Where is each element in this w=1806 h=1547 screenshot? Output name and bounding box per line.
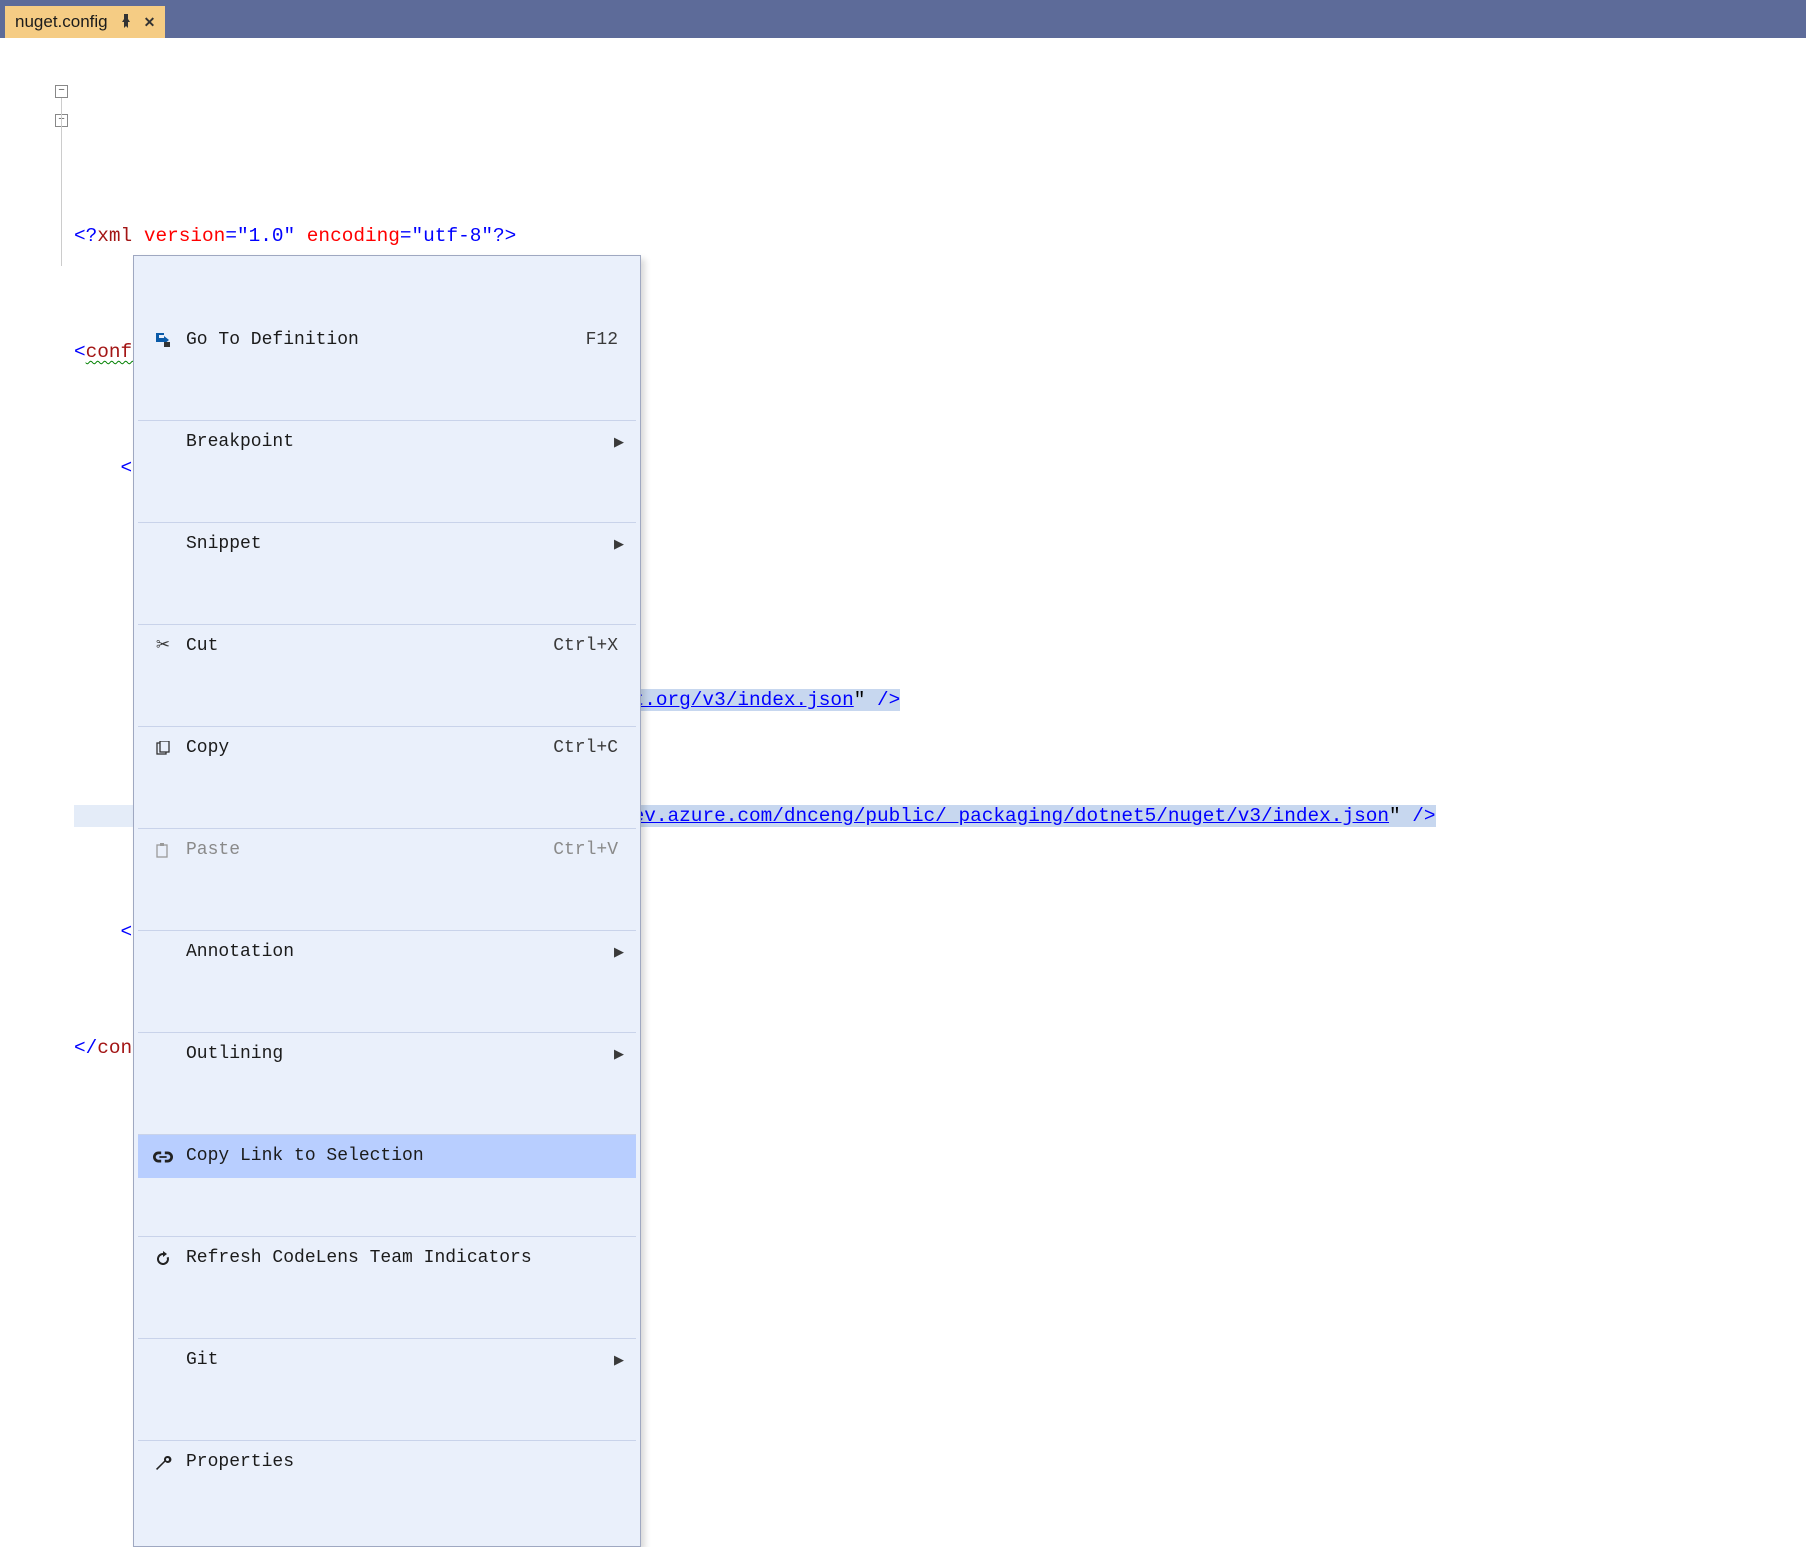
submenu-arrow-icon: ▶ <box>614 530 624 559</box>
menu-label: Git <box>180 1346 614 1375</box>
menu-item-refresh-codelens[interactable]: Refresh CodeLens Team Indicators <box>138 1236 636 1280</box>
submenu-arrow-icon: ▶ <box>614 1346 624 1375</box>
menu-shortcut: Ctrl+V <box>553 836 624 865</box>
copy-icon <box>146 741 180 757</box>
code-editor[interactable]: − − <?xml version="1.0" encoding="utf-8"… <box>0 38 1806 1237</box>
link-icon <box>146 1150 180 1164</box>
menu-label: Snippet <box>180 530 614 559</box>
menu-label: Properties <box>180 1448 624 1477</box>
menu-label: Cut <box>180 632 553 661</box>
menu-shortcut: F12 <box>586 326 624 355</box>
menu-item-git[interactable]: Git ▶ <box>138 1338 636 1382</box>
close-icon[interactable]: ✕ <box>144 14 156 31</box>
cut-icon: ✂ <box>146 632 180 661</box>
fold-guide <box>61 98 62 266</box>
menu-label: Breakpoint <box>180 428 614 457</box>
menu-label: Go To Definition <box>180 326 586 355</box>
code-line[interactable]: <?xml version="1.0" encoding="utf-8"?> <box>74 222 1806 251</box>
menu-item-outlining[interactable]: Outlining ▶ <box>138 1032 636 1076</box>
context-menu: Go To Definition F12 Breakpoint ▶ Snippe… <box>133 255 641 1547</box>
menu-item-paste: Paste Ctrl+V <box>138 828 636 872</box>
gutter: − − <box>0 48 74 193</box>
fold-toggle[interactable]: − <box>55 85 68 98</box>
menu-item-snippet[interactable]: Snippet ▶ <box>138 522 636 566</box>
submenu-arrow-icon: ▶ <box>614 938 624 967</box>
menu-item-copy[interactable]: Copy Ctrl+C <box>138 726 636 770</box>
submenu-arrow-icon: ▶ <box>614 428 624 457</box>
editor-tab[interactable]: nuget.config ✕ <box>5 6 165 38</box>
menu-item-breakpoint[interactable]: Breakpoint ▶ <box>138 420 636 464</box>
goto-definition-icon <box>146 331 180 349</box>
menu-item-annotation[interactable]: Annotation ▶ <box>138 930 636 974</box>
menu-label: Copy <box>180 734 553 763</box>
title-bar: nuget.config ✕ <box>0 0 1806 38</box>
menu-item-properties[interactable]: Properties <box>138 1440 636 1484</box>
menu-label: Refresh CodeLens Team Indicators <box>180 1244 624 1273</box>
pin-icon[interactable] <box>120 14 132 31</box>
menu-item-goto-definition[interactable]: Go To Definition F12 <box>138 318 636 362</box>
refresh-icon <box>146 1250 180 1268</box>
tab-title: nuget.config <box>15 12 108 32</box>
menu-label: Outlining <box>180 1040 614 1069</box>
menu-label: Annotation <box>180 938 614 967</box>
menu-label: Copy Link to Selection <box>180 1142 624 1171</box>
wrench-icon <box>146 1454 180 1472</box>
menu-shortcut: Ctrl+X <box>553 632 624 661</box>
submenu-arrow-icon: ▶ <box>614 1040 624 1069</box>
paste-icon <box>146 843 180 859</box>
menu-item-copy-link[interactable]: Copy Link to Selection <box>138 1134 636 1178</box>
menu-shortcut: Ctrl+C <box>553 734 624 763</box>
menu-label: Paste <box>180 836 553 865</box>
menu-item-cut[interactable]: ✂ Cut Ctrl+X <box>138 624 636 668</box>
